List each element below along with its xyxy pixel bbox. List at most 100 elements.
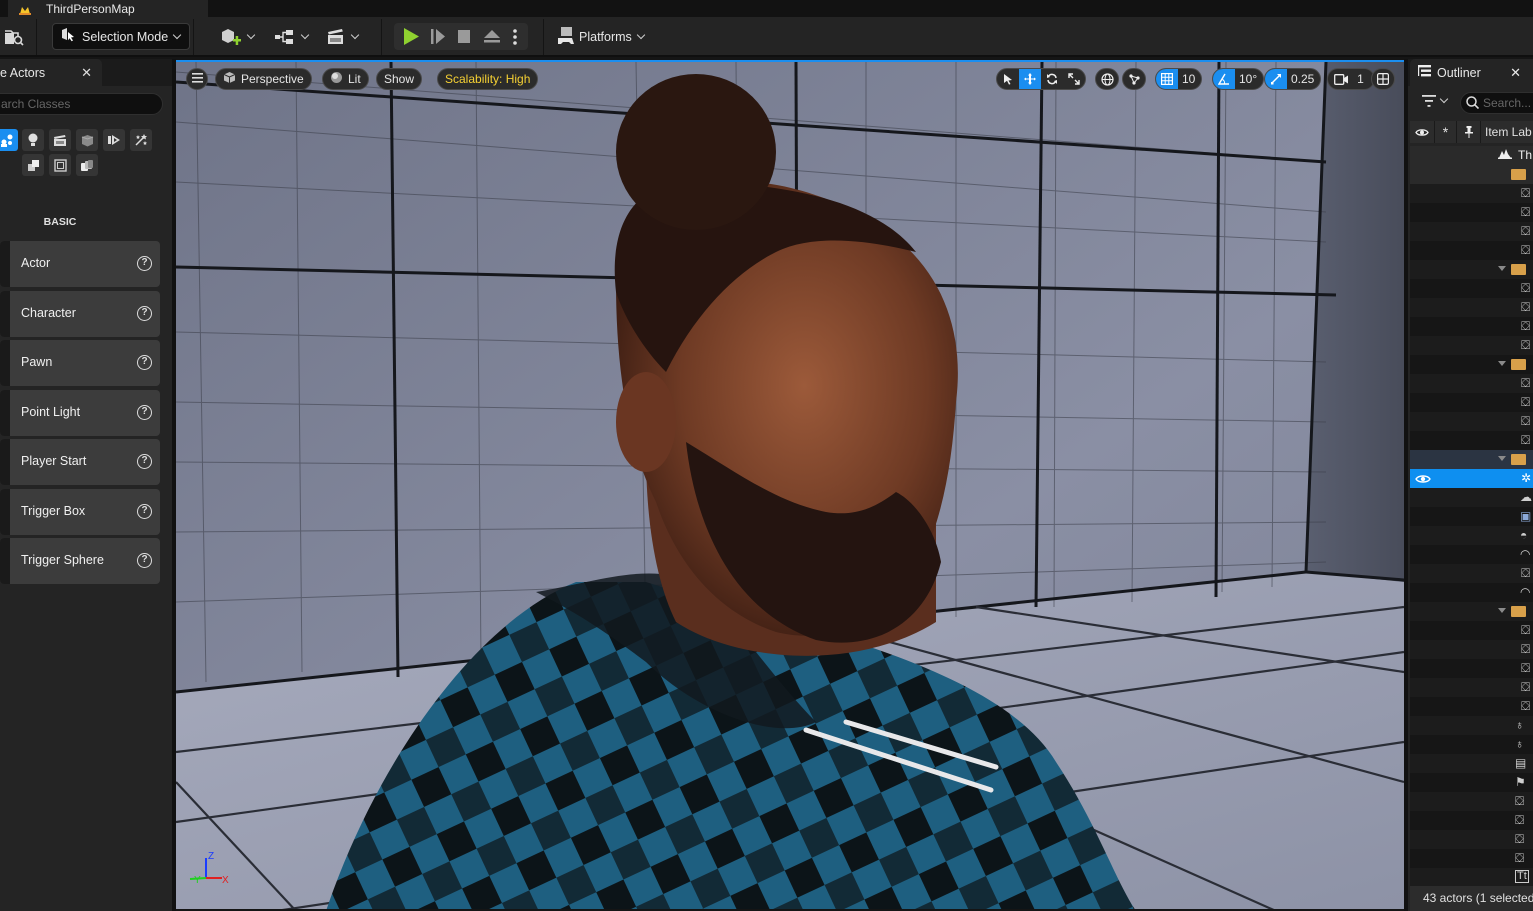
geometry-category-icon[interactable] — [76, 129, 98, 151]
list-item[interactable]: ☁ — [1410, 488, 1533, 507]
list-item[interactable]: ▣ — [1410, 507, 1533, 526]
basic-category-icon[interactable] — [0, 129, 18, 151]
list-item[interactable]: ⛋ — [1410, 697, 1533, 716]
close-icon[interactable]: ✕ — [81, 65, 92, 81]
list-item[interactable]: ⛋ — [1410, 678, 1533, 697]
world-local-toggle[interactable] — [1095, 68, 1119, 90]
folder-row[interactable] — [1410, 602, 1533, 621]
list-item[interactable]: ⛋ — [1410, 811, 1533, 830]
list-item[interactable]: ⛋ — [1410, 640, 1533, 659]
list-item[interactable]: ⛋ — [1410, 393, 1533, 412]
help-icon[interactable]: ? — [137, 553, 152, 568]
folder-row[interactable] — [1410, 260, 1533, 279]
list-item[interactable]: ⛋ — [1410, 849, 1533, 868]
list-item-selected[interactable]: ✲ — [1410, 469, 1533, 488]
folder-row[interactable] — [1410, 355, 1533, 374]
actor-item-character[interactable]: Character ? — [0, 291, 160, 337]
help-icon[interactable]: ? — [137, 256, 152, 271]
search-classes-input[interactable]: arch Classes — [0, 93, 163, 115]
help-icon[interactable]: ? — [137, 454, 152, 469]
list-item[interactable]: ⛋ — [1410, 830, 1533, 849]
rotation-snap-icon[interactable] — [1213, 69, 1235, 89]
visibility-eye-icon[interactable] — [1415, 473, 1431, 487]
expand-arrow-icon[interactable] — [1498, 266, 1506, 271]
expand-arrow-icon[interactable] — [1498, 456, 1506, 461]
cinematic-category-icon[interactable] — [49, 129, 71, 151]
list-item[interactable]: ⛋ — [1410, 564, 1533, 583]
scale-snap-value[interactable]: 0.25 — [1287, 69, 1320, 89]
expand-arrow-icon[interactable] — [1498, 361, 1506, 366]
actor-item-point-light[interactable]: Point Light ? — [0, 390, 160, 436]
select-tool-icon[interactable] — [997, 69, 1019, 89]
grid-snap-value[interactable]: 10 — [1178, 69, 1201, 89]
list-item[interactable]: ⛋ — [1410, 621, 1533, 640]
list-item[interactable]: ♁ — [1410, 716, 1533, 735]
scale-tool-icon[interactable] — [1063, 69, 1085, 89]
all-classes-category-icon[interactable] — [49, 154, 71, 176]
list-item[interactable]: ⛋ — [1410, 412, 1533, 431]
list-item[interactable]: Tt — [1410, 868, 1533, 887]
more-options-icon[interactable] — [512, 28, 518, 51]
visibility-column-icon[interactable] — [1410, 121, 1435, 143]
help-icon[interactable]: ? — [137, 405, 152, 420]
blueprint-button[interactable] — [274, 25, 310, 49]
item-label-column[interactable]: Item Lab — [1481, 121, 1533, 143]
outliner-tab[interactable]: Outliner ✕ — [1410, 59, 1533, 86]
help-icon[interactable]: ? — [137, 306, 152, 321]
actor-item-trigger-sphere[interactable]: Trigger Sphere ? — [0, 538, 160, 584]
map-tab[interactable]: ThirdPersonMap — [8, 0, 208, 17]
folder-row[interactable] — [1410, 450, 1533, 469]
help-icon[interactable]: ? — [137, 504, 152, 519]
world-row[interactable]: Th — [1410, 146, 1533, 165]
list-item[interactable]: ◓ — [1410, 526, 1533, 545]
actor-item-player-start[interactable]: Player Start ? — [0, 439, 160, 485]
list-item[interactable]: ⛋ — [1410, 222, 1533, 241]
list-item[interactable]: ⛋ — [1410, 241, 1533, 260]
list-item[interactable]: ◠ — [1410, 545, 1533, 564]
list-item[interactable]: ⛋ — [1410, 203, 1533, 222]
translate-tool-icon[interactable] — [1019, 69, 1041, 89]
grid-snap-icon[interactable] — [1156, 69, 1178, 89]
perspective-button[interactable]: Perspective — [215, 68, 312, 90]
volumes-category-icon[interactable] — [22, 154, 44, 176]
scale-snap-icon[interactable] — [1265, 69, 1287, 89]
pin-column-icon[interactable] — [1457, 121, 1481, 143]
selection-mode-dropdown[interactable]: Selection Mode — [52, 23, 190, 50]
camera-speed-control[interactable]: 1 — [1327, 68, 1375, 90]
scalability-button[interactable]: Scalability: High — [437, 68, 539, 90]
list-item[interactable]: ⛋ — [1410, 336, 1533, 355]
advance-frame-icon[interactable] — [430, 28, 446, 50]
list-item[interactable]: ⛋ — [1410, 431, 1533, 450]
play-icon[interactable] — [402, 27, 420, 51]
expand-arrow-icon[interactable] — [1498, 608, 1506, 613]
viewport-layout-button[interactable] — [1371, 68, 1395, 90]
list-item[interactable]: ⛋ — [1410, 792, 1533, 811]
eject-icon[interactable] — [483, 29, 501, 49]
list-item[interactable]: ♁ — [1410, 735, 1533, 754]
level-viewport[interactable]: Z X Y Perspective Lit Show Scalability: … — [176, 60, 1404, 909]
list-item[interactable]: ◠ — [1410, 583, 1533, 602]
list-item[interactable]: ⛋ — [1410, 374, 1533, 393]
cinematics-button[interactable] — [326, 25, 360, 49]
lights-category-icon[interactable] — [22, 129, 44, 151]
list-item[interactable]: ⛋ — [1410, 184, 1533, 203]
rotation-snap-value[interactable]: 10° — [1235, 69, 1263, 89]
close-icon[interactable]: ✕ — [1510, 65, 1521, 81]
shapes-category-icon[interactable] — [76, 154, 98, 176]
actor-item-pawn[interactable]: Pawn ? — [0, 340, 160, 386]
scale-snap-control[interactable]: 0.25 — [1264, 68, 1322, 90]
list-item[interactable]: ⛋ — [1410, 298, 1533, 317]
show-button[interactable]: Show — [376, 68, 423, 90]
rotate-tool-icon[interactable] — [1041, 69, 1063, 89]
list-item[interactable]: ▤ — [1410, 754, 1533, 773]
list-item[interactable]: ⛋ — [1410, 659, 1533, 678]
viewport-menu-button[interactable] — [186, 68, 208, 90]
content-browser-icon[interactable] — [4, 25, 24, 49]
surface-snapping-toggle[interactable] — [1122, 68, 1146, 90]
actor-item-actor[interactable]: Actor ? — [0, 241, 160, 287]
favorite-column-icon[interactable]: * — [1435, 121, 1457, 143]
folder-row[interactable] — [1410, 165, 1533, 184]
rotation-snap-control[interactable]: 10° — [1212, 68, 1265, 90]
visual-effects-category-icon[interactable] — [103, 129, 125, 151]
stop-icon[interactable] — [457, 29, 471, 49]
